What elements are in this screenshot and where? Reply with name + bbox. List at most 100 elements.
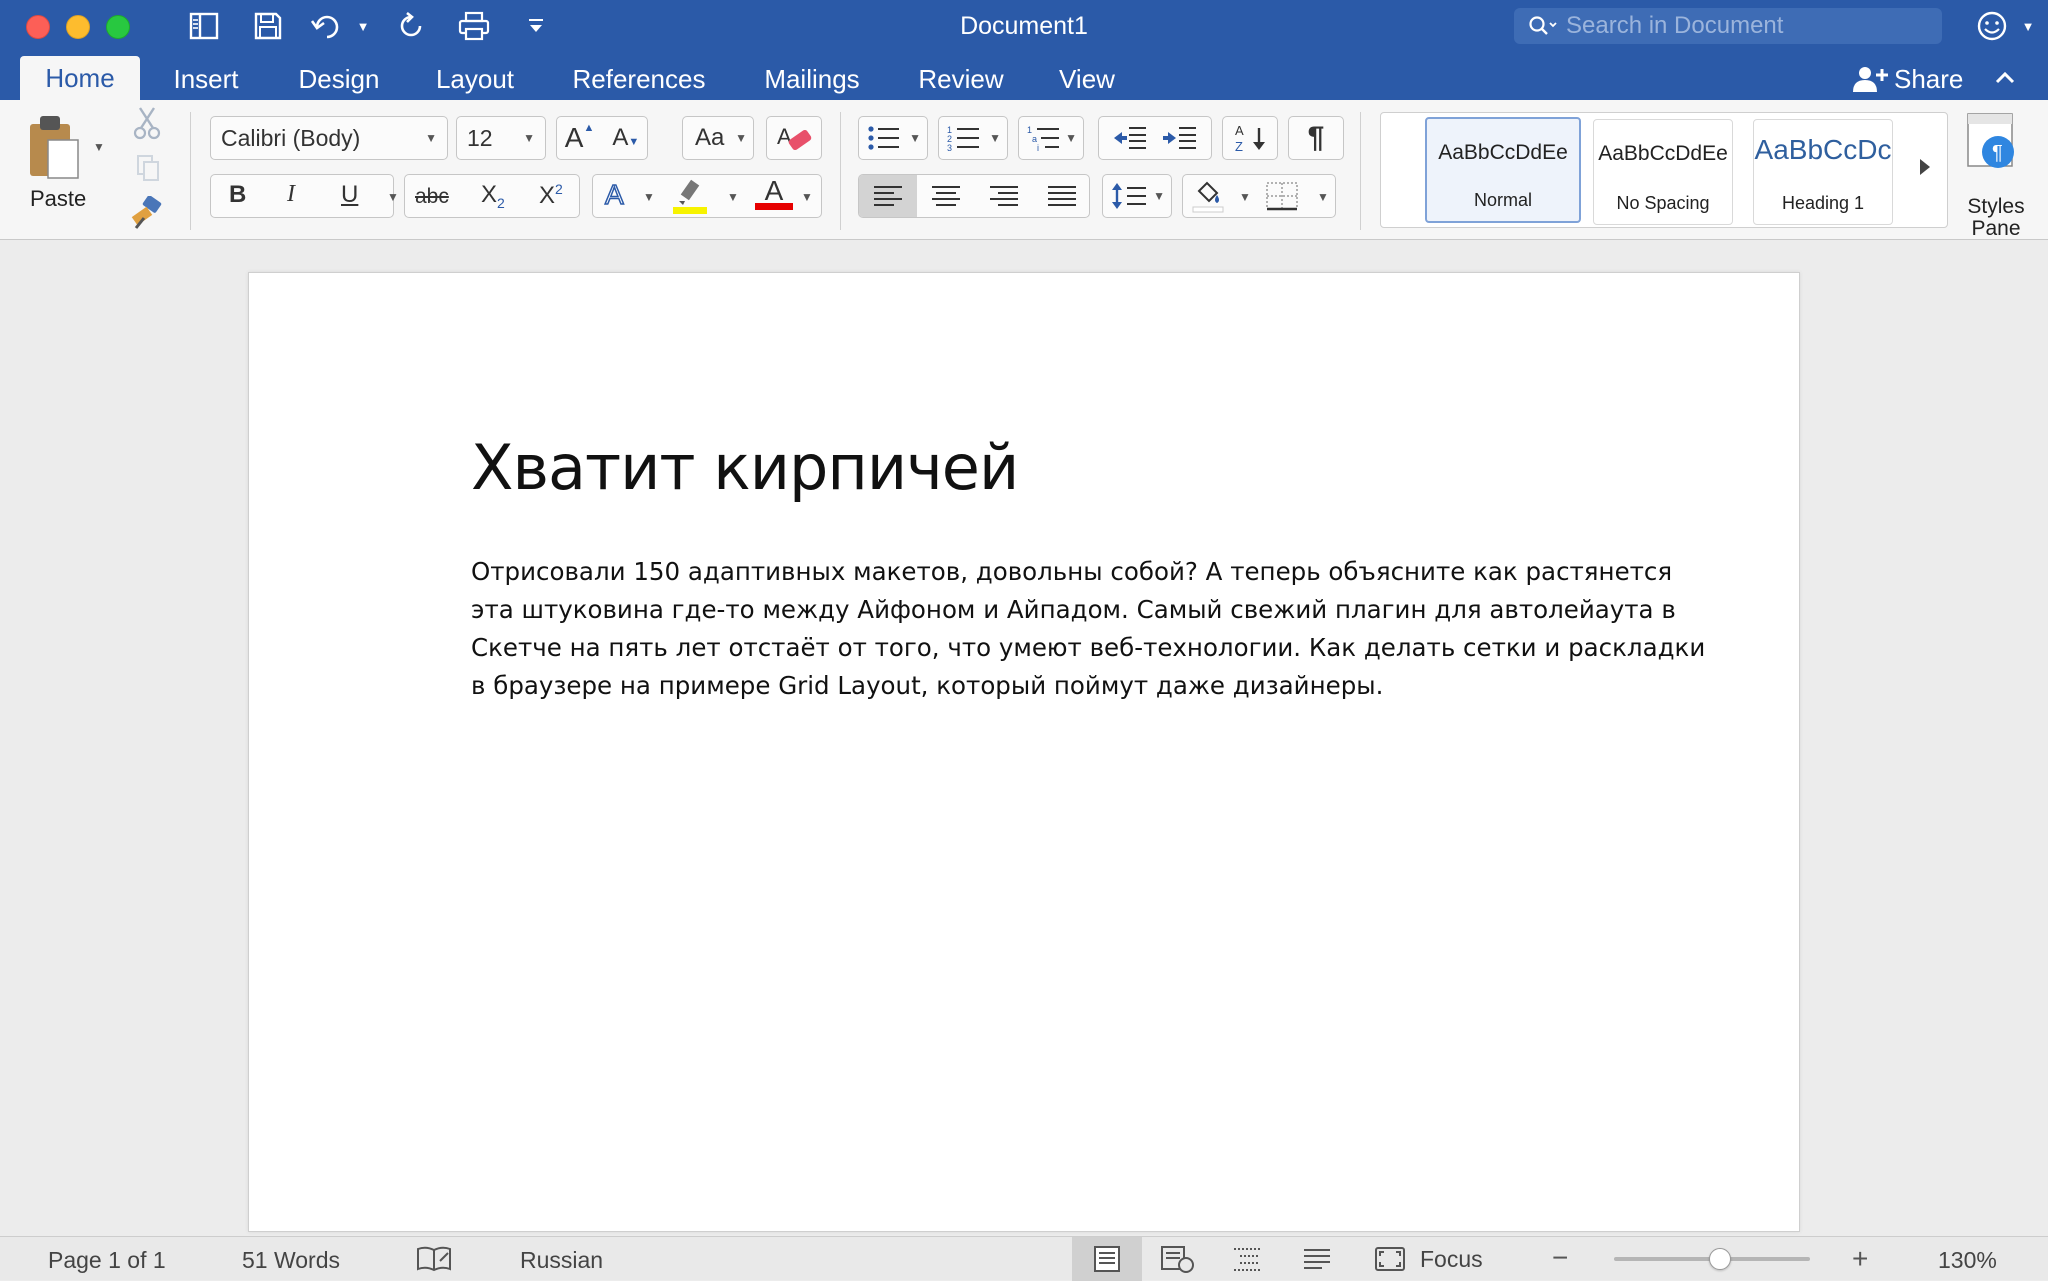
zoom-out-button[interactable]: − <box>1552 1244 1568 1272</box>
tab-mailings[interactable]: Mailings <box>752 58 872 100</box>
style-heading-1-label: Heading 1 <box>1781 193 1865 213</box>
font-color-button[interactable]: A <box>755 175 793 210</box>
style-normal[interactable]: AaBbCcDdEe Normal <box>1425 117 1581 223</box>
multilevel-list-button[interactable]: 1ai ▼ <box>1018 116 1084 160</box>
align-center-button[interactable] <box>917 175 975 217</box>
styles-next-arrow-icon[interactable] <box>1917 157 1933 182</box>
zoom-slider-thumb[interactable] <box>1708 1248 1731 1270</box>
subscript-glyph: X <box>481 181 498 208</box>
line-spacing-icon <box>1112 183 1146 209</box>
style-heading-1[interactable]: AaBbCcDc Heading 1 <box>1753 119 1893 225</box>
tab-review[interactable]: Review <box>910 58 1012 100</box>
text-effects-button[interactable]: A <box>604 178 624 211</box>
tab-view[interactable]: View <box>1052 58 1122 100</box>
numbering-button[interactable]: 123 ▼ <box>938 116 1008 160</box>
document-body-paragraph[interactable]: Отрисовали 150 адаптивных макетов, довол… <box>471 553 1721 705</box>
focus-mode-button[interactable]: Focus <box>1374 1237 1483 1281</box>
bullets-button[interactable]: ▼ <box>858 116 928 160</box>
styles-gallery: AaBbCcDdEe Normal AaBbCcDdEe No Spacing … <box>1380 112 1948 228</box>
font-size-select[interactable]: 12 ▼ <box>456 116 546 160</box>
language-label[interactable]: Russian <box>520 1247 603 1274</box>
line-spacing-button[interactable]: ▼ <box>1102 174 1172 218</box>
paste-clipboard-icon <box>30 116 79 179</box>
underline-dropdown-icon[interactable]: ▼ <box>387 190 399 204</box>
grow-font-button[interactable]: A▲ <box>565 122 595 154</box>
change-case-button[interactable]: Aa ▼ <box>682 116 754 160</box>
align-right-button[interactable] <box>975 175 1033 217</box>
paste-button[interactable] <box>20 110 100 196</box>
print-layout-view-button[interactable] <box>1072 1237 1142 1281</box>
multilevel-list-icon: 1ai <box>1027 125 1059 152</box>
zoom-slider-track[interactable] <box>1614 1248 1810 1270</box>
styles-pane-button[interactable]: ¶ Styles Pane <box>1960 112 2032 240</box>
paint-bucket-icon <box>1192 181 1224 213</box>
grow-arrow-icon: ▲ <box>583 122 595 134</box>
shading-button[interactable] <box>1191 179 1225 218</box>
bold-button[interactable]: B <box>229 181 246 209</box>
copy-icon[interactable] <box>136 154 160 187</box>
title-bar: ▼ Document1 ▼ Home Insert Design Layout … <box>0 0 2048 100</box>
smiley-feedback-icon[interactable] <box>1972 8 2012 44</box>
cut-icon[interactable] <box>132 106 162 145</box>
change-case-glyph: Aa <box>695 124 725 151</box>
borders-dropdown-icon[interactable]: ▼ <box>1317 190 1329 204</box>
clear-formatting-button[interactable]: A <box>766 116 822 160</box>
sort-button[interactable]: AZ <box>1222 116 1278 160</box>
document-heading[interactable]: Хватит кирпичей <box>471 431 1019 504</box>
style-normal-sample: AaBbCcDdEe <box>1438 141 1568 164</box>
tab-home[interactable]: Home <box>20 56 140 100</box>
zoom-level[interactable]: 130% <box>1938 1247 1997 1274</box>
shrink-arrow-icon: ▼ <box>628 136 640 148</box>
style-no-spacing-label: No Spacing <box>1616 193 1710 213</box>
justify-button[interactable] <box>1033 175 1091 217</box>
share-button[interactable]: Share <box>1852 58 1963 100</box>
web-layout-view-button[interactable] <box>1142 1237 1212 1281</box>
superscript-button[interactable]: X2 <box>539 181 563 210</box>
bius-group: B I U ▼ <box>210 174 399 218</box>
document-page[interactable]: Хватит кирпичей Отрисовали 150 адаптивны… <box>248 272 1800 1232</box>
web-layout-icon <box>1161 1246 1194 1273</box>
grow-font-glyph: A <box>564 122 584 153</box>
align-right-icon <box>990 186 1018 206</box>
paste-dropdown-icon[interactable]: ▼ <box>93 140 105 154</box>
tab-layout[interactable]: Layout <box>420 58 530 100</box>
underline-button[interactable]: U <box>341 181 358 209</box>
smiley-dropdown-icon[interactable]: ▼ <box>2018 8 2038 44</box>
tab-insert[interactable]: Insert <box>156 58 256 100</box>
proofing-book-icon[interactable] <box>416 1245 452 1278</box>
strikethrough-button[interactable]: abc <box>415 185 449 209</box>
increase-indent-button[interactable] <box>1163 126 1197 150</box>
subscript-button[interactable]: X2 <box>481 181 505 211</box>
font-color-dropdown-icon[interactable]: ▼ <box>801 190 813 204</box>
highlight-dropdown-icon[interactable]: ▼ <box>727 190 739 204</box>
outline-view-button[interactable] <box>1212 1237 1282 1281</box>
show-formatting-marks-button[interactable]: ¶ <box>1288 116 1344 160</box>
zoom-in-button[interactable]: + <box>1852 1243 1868 1275</box>
align-left-button[interactable] <box>859 175 917 217</box>
text-effects-dropdown-icon[interactable]: ▼ <box>643 190 655 204</box>
shrink-font-button[interactable]: A▼ <box>612 124 639 152</box>
borders-button[interactable] <box>1265 181 1299 216</box>
draft-view-button[interactable] <box>1282 1237 1352 1281</box>
ribbon-home: ▼ Paste Calibri (Body) ▼ 12 ▼ A▲ A▼ Aa ▼… <box>0 100 2048 240</box>
word-count[interactable]: 51 Words <box>242 1247 340 1274</box>
increase-indent-icon <box>1163 127 1196 149</box>
search-input[interactable] <box>1566 12 1906 40</box>
font-size-dropdown-icon: ▼ <box>523 131 535 145</box>
font-size-value: 12 <box>467 124 493 151</box>
sort-az-icon: AZ <box>1235 123 1265 154</box>
print-layout-icon <box>1094 1246 1120 1272</box>
italic-button[interactable]: I <box>287 181 295 208</box>
font-name-select[interactable]: Calibri (Body) ▼ <box>210 116 448 160</box>
tab-design[interactable]: Design <box>284 58 394 100</box>
highlight-button[interactable] <box>671 179 709 220</box>
collapse-ribbon-icon[interactable] <box>1990 62 2020 92</box>
page-count[interactable]: Page 1 of 1 <box>48 1247 166 1274</box>
search-box[interactable] <box>1514 8 1942 44</box>
style-no-spacing[interactable]: AaBbCcDdEe No Spacing <box>1593 119 1733 225</box>
decrease-indent-button[interactable] <box>1113 126 1147 150</box>
shading-dropdown-icon[interactable]: ▼ <box>1239 190 1251 204</box>
tab-references[interactable]: References <box>562 58 716 100</box>
numbering-dropdown-icon: ▼ <box>989 131 1001 145</box>
format-painter-icon[interactable] <box>130 195 164 235</box>
